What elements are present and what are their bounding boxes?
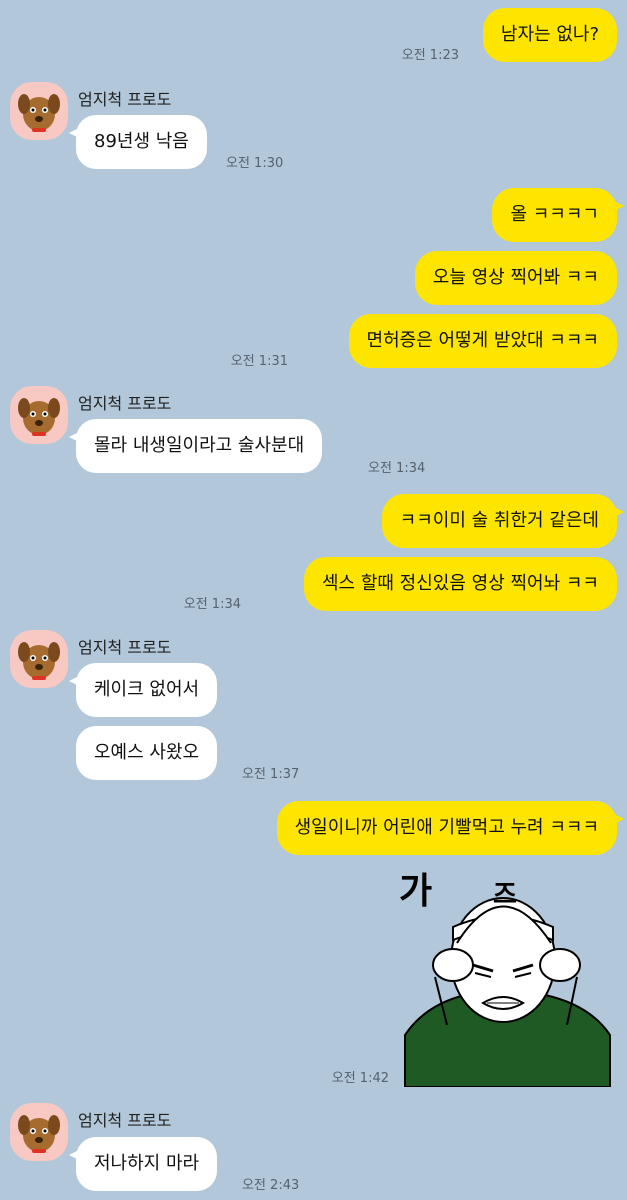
svg-text:가: 가 <box>399 871 432 912</box>
contact-avatar[interactable] <box>10 1103 68 1161</box>
message-time: 오전 1:34 <box>368 461 426 476</box>
my-message-bubble[interactable]: 오늘 영상 찍어봐 ㅋㅋ <box>414 251 617 305</box>
their-message-bubble[interactable]: 몰라 내생일이라고 술사분대 <box>68 419 323 473</box>
their-message-bubble[interactable]: 89년생 낙음 <box>69 115 207 169</box>
their-message-bubble[interactable]: 저나하지 마라 <box>68 1137 218 1191</box>
contact-name: 엄지척 프로도 <box>78 1111 172 1130</box>
dog-avatar-icon <box>18 1115 60 1153</box>
dog-avatar-icon <box>18 94 60 132</box>
contact-avatar[interactable] <box>10 386 68 444</box>
my-message-bubble[interactable]: 섹스 할때 정신있음 영상 찍어놔 ㅋㅋ <box>303 557 617 611</box>
my-message-bubble[interactable]: ㅋㅋ이미 술 취한거 같은데 <box>381 494 625 548</box>
message-time: 오전 1:30 <box>226 156 284 171</box>
dog-avatar-icon <box>18 398 60 436</box>
dog-avatar-icon <box>18 642 60 680</box>
svg-text:즈: 즈 <box>493 880 517 910</box>
message-time: 오전 1:31 <box>230 354 288 369</box>
my-message-bubble[interactable]: 남자는 없나? <box>482 8 617 62</box>
message-time: 오전 1:42 <box>331 1071 389 1086</box>
my-message-bubble[interactable]: 면허증은 어떻게 받았대 ㅋㅋㅋ <box>348 314 617 368</box>
message-time: 오전 1:23 <box>401 48 459 63</box>
contact-name: 엄지척 프로도 <box>78 638 172 657</box>
message-time: 오전 2:43 <box>242 1178 300 1193</box>
angry-man-sticker[interactable]: 가 즈 <box>395 865 617 1088</box>
my-message-bubble[interactable]: 올 ㅋㅋㅋㄱ <box>492 188 624 242</box>
my-message-bubble[interactable]: 생일이니까 어린애 기빨먹고 누려 ㅋㅋㅋ <box>276 801 625 855</box>
their-message-bubble[interactable]: 오예스 사왔오 <box>76 726 218 780</box>
contact-name: 엄지척 프로도 <box>78 90 172 109</box>
contact-name: 엄지척 프로도 <box>78 394 172 413</box>
contact-avatar[interactable] <box>10 630 68 688</box>
message-time: 오전 1:34 <box>183 597 241 612</box>
their-message-bubble[interactable]: 케이크 없어서 <box>68 663 218 717</box>
message-time: 오전 1:37 <box>242 767 300 782</box>
contact-avatar[interactable] <box>10 82 68 140</box>
